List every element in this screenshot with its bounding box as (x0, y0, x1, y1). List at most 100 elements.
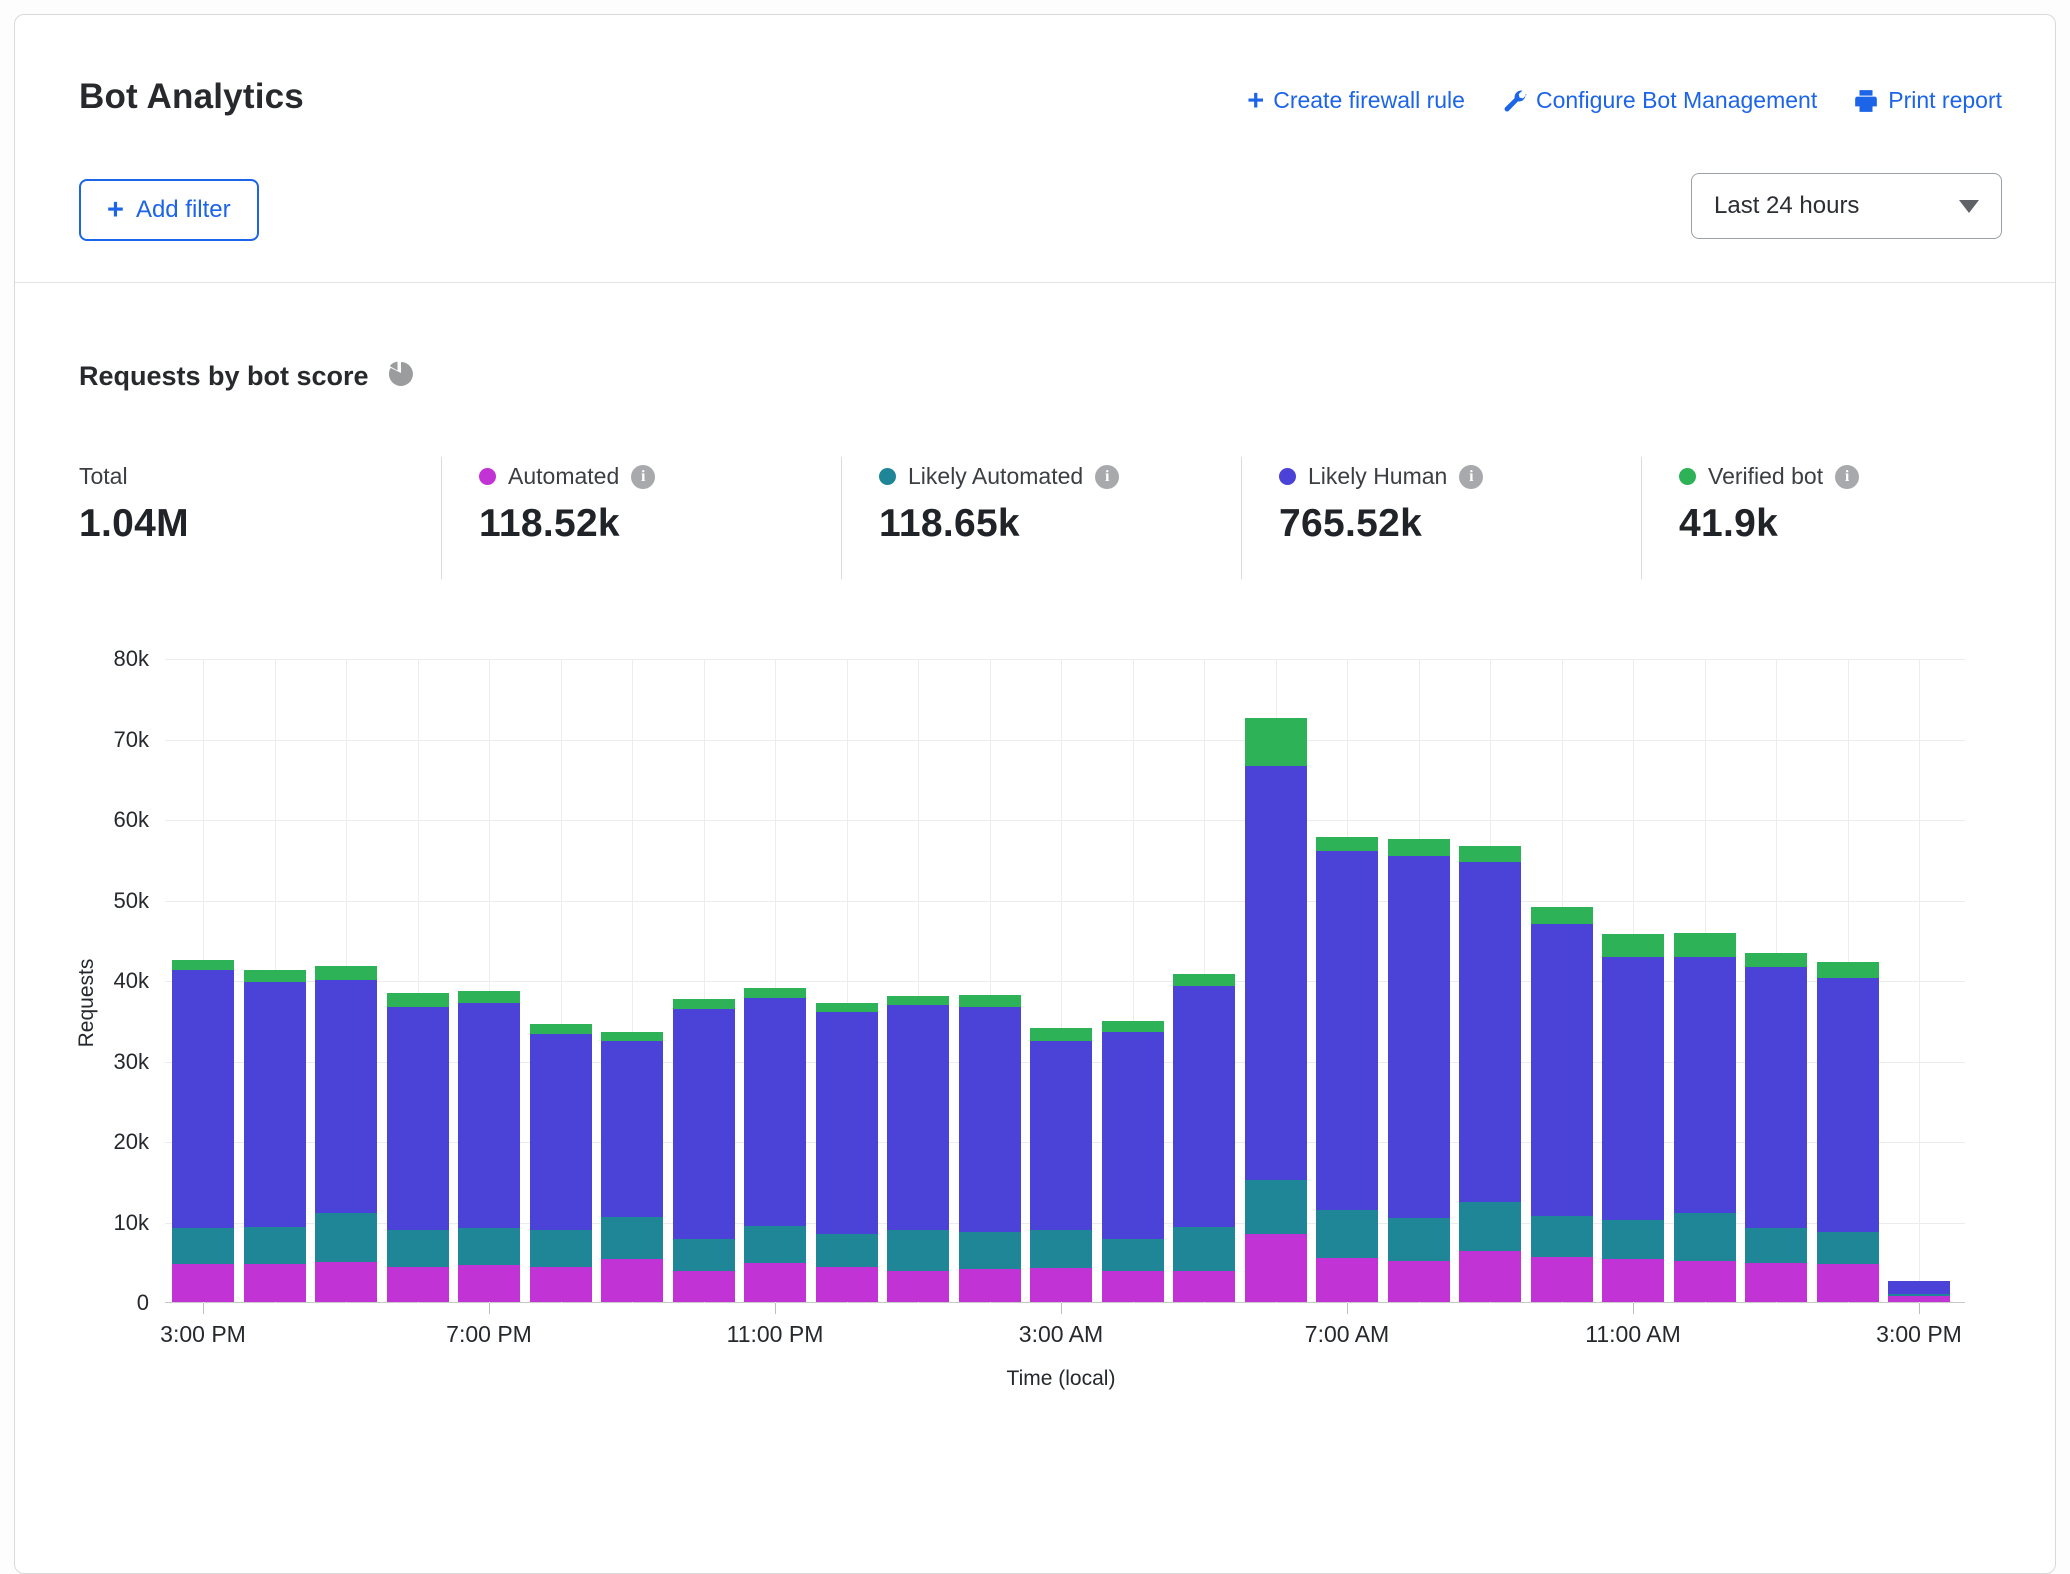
stacked-bar-100pm[interactable] (1745, 953, 1807, 1302)
y-tick-label: 70k (114, 727, 149, 753)
h-gridline (165, 659, 1965, 660)
stacked-bar-200pm[interactable] (1817, 962, 1879, 1302)
stat-divider (1641, 457, 1642, 579)
y-tick-label: 40k (114, 968, 149, 994)
stat-total-label: Total (79, 463, 128, 490)
stacked-bar-900am[interactable] (1459, 846, 1521, 1302)
stacked-bar-400am[interactable] (1102, 1021, 1164, 1302)
bar-segment-verified-bot (530, 1024, 592, 1034)
stacked-bar-900pm[interactable] (601, 1032, 663, 1302)
bar-segment-automated (1173, 1271, 1235, 1302)
plus-icon: + (1247, 91, 1264, 111)
bar-segment-verified-bot (1316, 837, 1378, 851)
plot-area: 010k20k30k40k50k60k70k80k3:00 PM7:00 PM1… (165, 659, 1965, 1303)
v-gridline (1919, 659, 1920, 1303)
bar-segment-verified-bot (1245, 718, 1307, 765)
bar-segment-automated (1459, 1251, 1521, 1302)
configure-bot-management-link[interactable]: Configure Bot Management (1501, 87, 1817, 114)
stacked-bar-600am[interactable] (1245, 718, 1307, 1302)
stacked-bar-1000pm[interactable] (673, 999, 735, 1302)
info-icon[interactable]: i (1835, 465, 1859, 489)
print-report-link[interactable]: Print report (1853, 87, 2002, 114)
bar-segment-automated (1674, 1261, 1736, 1302)
stacked-bar-300am[interactable] (1030, 1028, 1092, 1302)
stacked-bar-700pm[interactable] (458, 991, 520, 1302)
stacked-bar-300pm[interactable] (172, 960, 234, 1302)
bar-segment-verified-bot (1030, 1028, 1092, 1042)
x-tick-label: 11:00 AM (1585, 1321, 1680, 1348)
stacked-bar-800am[interactable] (1388, 839, 1450, 1302)
info-icon[interactable]: i (631, 465, 655, 489)
add-filter-label: Add filter (136, 196, 231, 224)
bar-segment-likely-automated (1102, 1239, 1164, 1270)
bar-segment-likely-human (1817, 978, 1879, 1232)
bar-segment-likely-automated (387, 1230, 449, 1267)
bar-segment-likely-human (1745, 967, 1807, 1228)
bot-analytics-card: Bot Analytics + Create firewall rule Con… (14, 14, 2056, 1574)
stacked-bar-800pm[interactable] (530, 1024, 592, 1302)
stacked-bar-200am[interactable] (959, 995, 1021, 1302)
stacked-bar-300pm[interactable] (1888, 1281, 1950, 1302)
bar-segment-likely-automated (887, 1230, 949, 1272)
bar-segment-automated (458, 1265, 520, 1302)
time-range-value: Last 24 hours (1714, 192, 1859, 220)
stat-automated-label: Automated (508, 463, 619, 490)
x-tick-label: 11:00 PM (727, 1321, 824, 1348)
stacked-bar-1100pm[interactable] (744, 988, 806, 1302)
bar-segment-automated (1745, 1263, 1807, 1302)
y-tick-label: 80k (114, 646, 149, 672)
bar-segment-likely-automated (959, 1232, 1021, 1269)
x-tick-mark (1633, 1303, 1634, 1314)
bar-segment-automated (387, 1267, 449, 1302)
bar-segment-verified-bot (1102, 1021, 1164, 1032)
bar-segment-likely-human (315, 980, 377, 1213)
stacked-bar-600pm[interactable] (387, 993, 449, 1302)
info-icon[interactable]: i (1095, 465, 1119, 489)
stacked-bar-100am[interactable] (887, 996, 949, 1302)
bar-segment-likely-human (387, 1007, 449, 1230)
bar-segment-verified-bot (244, 970, 306, 982)
stacked-bar-1200am[interactable] (816, 1003, 878, 1302)
bar-segment-likely-automated (1531, 1216, 1593, 1257)
x-tick-label: 3:00 PM (160, 1321, 246, 1348)
stacked-bar-400pm[interactable] (244, 970, 306, 1302)
automated-legend-dot (479, 468, 496, 485)
chevron-down-icon (1959, 200, 1979, 213)
printer-icon (1853, 88, 1879, 114)
header-divider (15, 282, 2055, 283)
x-tick-mark (1061, 1303, 1062, 1314)
stacked-bar-1200pm[interactable] (1674, 933, 1736, 1302)
y-tick-label: 50k (114, 888, 149, 914)
stacked-bar-1100am[interactable] (1602, 934, 1664, 1302)
stacked-bar-1000am[interactable] (1531, 907, 1593, 1302)
stat-automated: Automated i 118.52k (479, 463, 655, 546)
stacked-bar-500pm[interactable] (315, 966, 377, 1302)
y-tick-label: 10k (114, 1210, 149, 1236)
section-title-row: Requests by bot score (79, 359, 415, 394)
bar-segment-verified-bot (601, 1032, 663, 1042)
bar-segment-verified-bot (1602, 934, 1664, 957)
bar-segment-likely-human (1316, 851, 1378, 1210)
bar-segment-automated (1316, 1258, 1378, 1302)
bar-segment-automated (172, 1264, 234, 1302)
h-gridline (165, 740, 1965, 741)
bar-segment-likely-human (244, 982, 306, 1227)
stacked-bar-700am[interactable] (1316, 837, 1378, 1302)
bar-segment-likely-human (1030, 1041, 1092, 1229)
bar-segment-verified-bot (673, 999, 735, 1009)
bar-segment-likely-human (1531, 924, 1593, 1215)
bar-segment-automated (1245, 1234, 1307, 1302)
bar-segment-likely-human (601, 1041, 663, 1217)
stacked-bar-500am[interactable] (1173, 974, 1235, 1302)
pie-chart-icon (385, 359, 415, 394)
add-filter-button[interactable]: + Add filter (79, 179, 259, 241)
time-range-select[interactable]: Last 24 hours (1691, 173, 2002, 239)
print-report-label: Print report (1888, 87, 2002, 114)
y-tick-label: 30k (114, 1049, 149, 1075)
bar-segment-automated (1102, 1271, 1164, 1302)
create-firewall-rule-link[interactable]: + Create firewall rule (1247, 87, 1465, 114)
bar-segment-automated (673, 1271, 735, 1302)
info-icon[interactable]: i (1459, 465, 1483, 489)
bar-segment-likely-automated (244, 1227, 306, 1264)
bar-segment-likely-human (816, 1012, 878, 1233)
